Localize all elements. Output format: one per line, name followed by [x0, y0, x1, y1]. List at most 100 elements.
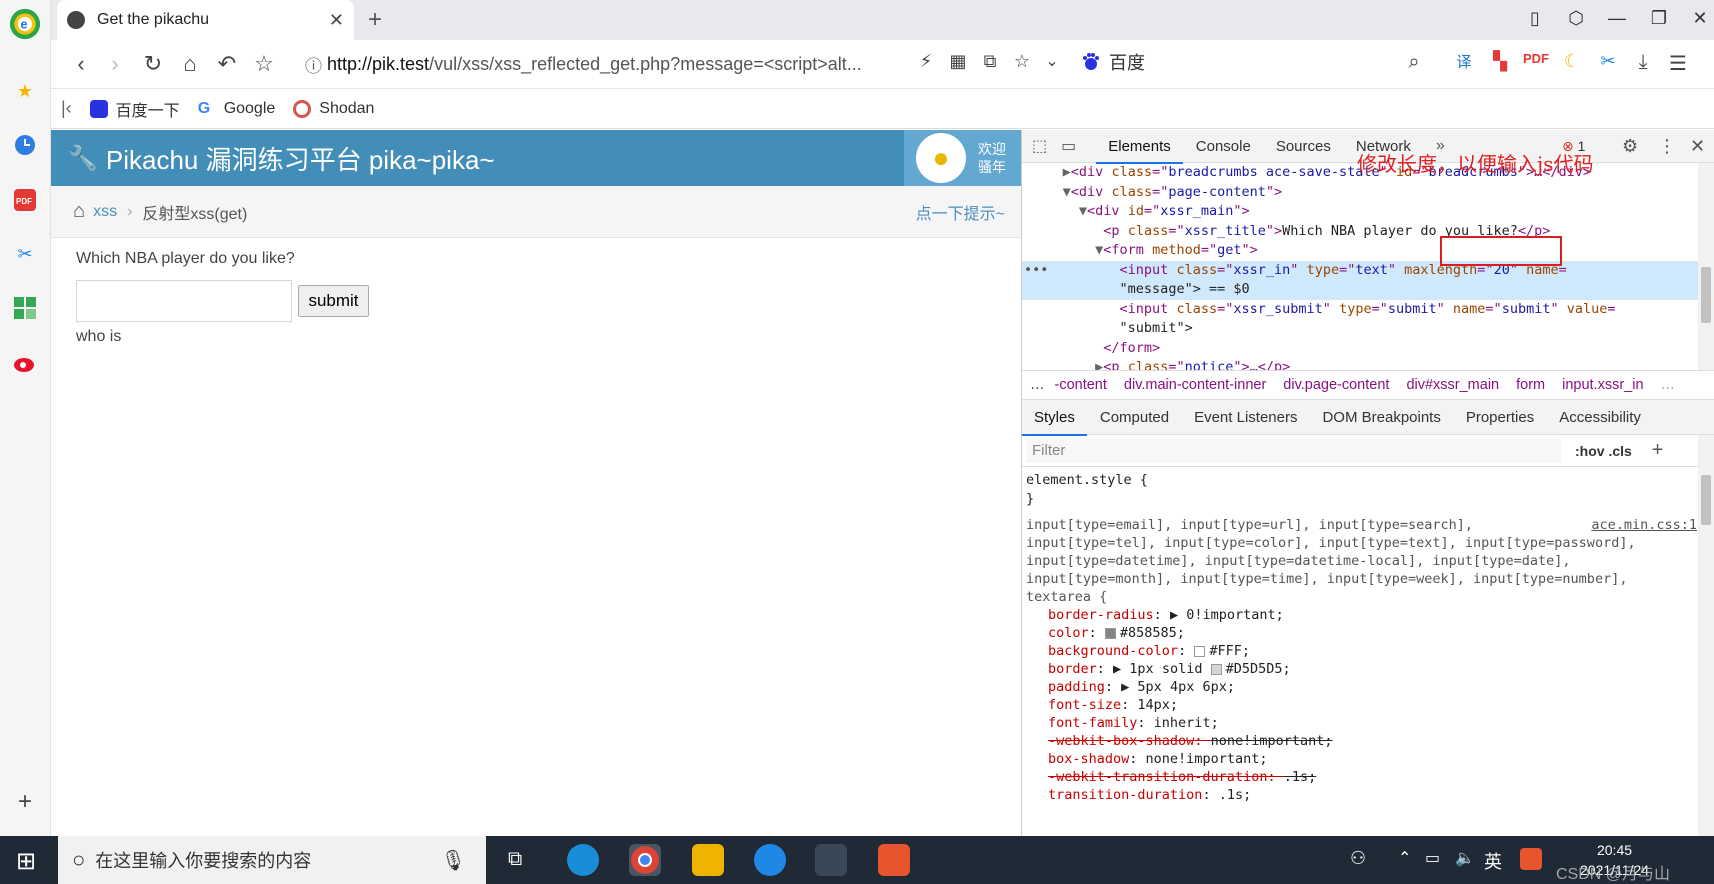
edge-app-icon[interactable] [567, 844, 599, 876]
devtools-close-icon[interactable]: ✕ [1690, 136, 1705, 157]
dom-line[interactable]: ▼<div class="page-content"> [1022, 183, 1699, 203]
tab-close-icon[interactable]: ✕ [329, 10, 344, 31]
pdf-ext-icon[interactable]: PDF [1522, 51, 1550, 66]
css-property[interactable]: background-color: #FFF; [1026, 642, 1699, 660]
dom-line[interactable]: "submit"> [1022, 319, 1699, 339]
styles-tab[interactable]: DOM Breakpoints [1322, 409, 1440, 426]
undo-icon[interactable]: ↶ [213, 51, 241, 77]
more-options-icon[interactable]: ⋮ [1658, 136, 1676, 157]
apps-ext-icon[interactable]: ▚ [1486, 51, 1514, 72]
dom-tree[interactable]: ▶<div class="breadcrumbs ace-save-state"… [1022, 163, 1699, 370]
dom-crumb[interactable]: div.main-content-inner [1124, 377, 1266, 393]
notepad-app-icon[interactable] [815, 844, 847, 876]
styles-tab[interactable]: Accessibility [1559, 409, 1641, 426]
color-swatch[interactable] [1104, 627, 1116, 639]
styles-scrollbar[interactable] [1698, 435, 1714, 836]
sogou-icon[interactable] [1520, 848, 1542, 870]
rule-source-link[interactable]: ace.min.css:1 [1591, 516, 1697, 534]
user-menu[interactable]: ● 欢迎 骚年 [904, 130, 1021, 186]
dom-line[interactable]: <p class="xssr_title">Which NBA player d… [1022, 222, 1699, 242]
windows-start-icon[interactable]: ⊞ [16, 847, 36, 876]
dom-crumb[interactable]: div#xssr_main [1406, 377, 1499, 393]
scissors-ext-icon[interactable]: ✂ [1594, 51, 1622, 72]
css-property[interactable]: font-family: inherit; [1026, 714, 1699, 732]
add-icon[interactable]: + [9, 786, 41, 818]
dom-line[interactable]: "message"> == $0 [1022, 280, 1699, 300]
lightning-icon[interactable]: ⚡ [912, 51, 940, 72]
new-tab-icon[interactable]: + [368, 6, 382, 34]
dom-crumb[interactable]: … [1030, 377, 1045, 393]
bookmark-shodan[interactable]: Shodan [293, 99, 374, 118]
search-engine-box[interactable]: 百度 [1081, 49, 1145, 75]
back-icon[interactable]: ‹ [67, 51, 95, 77]
dom-line[interactable]: <input class="xssr_submit" type="submit"… [1022, 300, 1699, 320]
styles-filter-input[interactable]: Filter [1026, 438, 1561, 463]
download-icon[interactable]: ⤓ [1629, 51, 1657, 74]
color-swatch[interactable] [1210, 663, 1222, 675]
apps-grid-icon[interactable] [9, 292, 41, 324]
styles-tab[interactable]: Properties [1466, 409, 1534, 426]
css-property[interactable]: border: ▶ 1px solid #D5D5D5; [1026, 660, 1699, 678]
qr-icon[interactable]: ▦ [944, 51, 972, 72]
scissors-icon[interactable]: ✂ [9, 238, 41, 270]
info-icon[interactable]: ⓘ [305, 52, 322, 77]
forward-icon[interactable]: › [101, 51, 129, 77]
color-swatch[interactable] [1194, 645, 1206, 657]
pdf-icon[interactable]: PDF [9, 184, 41, 216]
app-logo[interactable]: 🔧 Pikachu 漏洞练习平台 pika~pika~ [68, 140, 495, 177]
collapse-icon[interactable]: |‹ [61, 98, 72, 119]
dom-line[interactable]: </form> [1022, 339, 1699, 359]
css-property[interactable]: -webkit-box-shadow: none!important; [1026, 732, 1699, 750]
reading-mode-icon[interactable]: ▯ [1521, 8, 1549, 29]
task-view-icon[interactable]: ⧉ [508, 848, 522, 871]
submit-button[interactable]: submit [298, 285, 369, 317]
taskbar-search[interactable]: ○ 在这里输入你要搜索的内容 🎙 [58, 836, 486, 884]
burp-app-icon[interactable] [878, 844, 910, 876]
skin-icon[interactable]: ⬡ [1562, 8, 1590, 29]
dom-crumb[interactable]: div.page-content [1283, 377, 1389, 393]
network-icon[interactable]: ▭ [1425, 848, 1440, 868]
css-property[interactable]: -webkit-transition-duration: .1s; [1026, 768, 1699, 786]
dom-crumb[interactable]: … [1661, 377, 1676, 393]
dom-line[interactable]: <input class="xssr_in" type="text" maxle… [1022, 260, 1699, 280]
moon-icon[interactable]: ☾ [1558, 51, 1586, 72]
message-input[interactable] [76, 280, 292, 322]
dom-crumb[interactable]: -content [1055, 377, 1107, 393]
v-app-icon[interactable] [754, 844, 786, 876]
tray-chevron-icon[interactable]: ⌃ [1398, 848, 1411, 868]
url-text[interactable]: http://pik.test/vul/xss/xss_reflected_ge… [327, 54, 862, 75]
styles-tab[interactable]: Styles [1022, 409, 1087, 436]
browser-logo-icon[interactable]: e [9, 8, 41, 40]
css-property[interactable]: transition-duration: .1s; [1026, 786, 1699, 804]
rule-properties[interactable]: border-radius: ▶ 0!important; color: #858… [1026, 606, 1699, 804]
hint-link[interactable]: 点一下提示~ [916, 200, 1005, 224]
dom-line[interactable]: ▼<form method="get"> [1022, 241, 1699, 261]
weibo-icon[interactable] [9, 346, 41, 378]
dom-line[interactable]: ▼<div id="xssr_main"> [1022, 202, 1699, 222]
history-clock-icon[interactable] [9, 129, 41, 161]
dom-scrollbar[interactable] [1698, 163, 1714, 370]
window-close-icon[interactable]: ✕ [1686, 8, 1714, 29]
favorites-star-icon[interactable]: ★ [9, 75, 41, 107]
css-property[interactable]: box-shadow: none!important; [1026, 750, 1699, 768]
translate-ext-icon[interactable]: 译 [1450, 51, 1478, 72]
search-icon[interactable]: ⌕ [1400, 51, 1428, 74]
restore-icon[interactable]: ❐ [1645, 8, 1673, 29]
tab-elements[interactable]: Elements [1096, 138, 1183, 164]
tab-console[interactable]: Console [1196, 138, 1251, 155]
bookmark-baidu[interactable]: 百度一下 [89, 97, 180, 121]
ime-indicator[interactable]: 英 [1484, 848, 1502, 874]
home-icon[interactable]: ⌂ [176, 51, 204, 77]
add-rule-icon[interactable]: + [1652, 439, 1664, 462]
dom-crumb[interactable]: input.xssr_in [1562, 377, 1643, 393]
bookmark-star-icon[interactable]: ☆ [250, 51, 278, 77]
chrome-app-icon[interactable] [629, 844, 661, 876]
tab-sources[interactable]: Sources [1276, 138, 1331, 155]
css-property[interactable]: font-size: 14px; [1026, 696, 1699, 714]
css-property[interactable]: padding: ▶ 5px 4px 6px; [1026, 678, 1699, 696]
settings-gear-icon[interactable]: ⚙ [1622, 136, 1638, 157]
css-property[interactable]: border-radius: ▶ 0!important; [1026, 606, 1699, 624]
minimize-icon[interactable]: — [1603, 8, 1631, 29]
favorite-icon[interactable]: ☆ [1008, 51, 1036, 72]
styles-tab[interactable]: Event Listeners [1194, 409, 1297, 426]
